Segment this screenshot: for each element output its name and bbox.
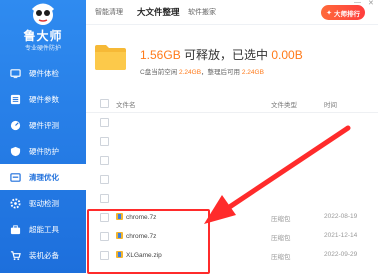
tab-smart-clean[interactable]: 智能清理 [95, 7, 123, 17]
star-icon: ✦ [326, 9, 332, 17]
master-ranking-button[interactable]: ✦ 大师排行 [321, 5, 365, 20]
row-checkbox[interactable] [100, 156, 109, 165]
logo: 鲁大师 专业硬件防护 [0, 0, 86, 60]
file-time: 2022-09-29 [324, 251, 358, 258]
table-row[interactable] [86, 113, 378, 132]
sidebar-nav: 硬件体检 硬件参数 硬件评测 硬件防护 清理优化 驱动检测 超能工具 装机必备 [0, 60, 86, 268]
sidebar-item-essentials[interactable]: 装机必备 [0, 242, 86, 268]
sidebar-item-hardware-protect[interactable]: 硬件防护 [0, 138, 86, 164]
sidebar-item-label: 硬件评测 [29, 120, 59, 130]
free-space-prefix: C盘当前空闲 [140, 69, 179, 76]
sidebar-item-label: 装机必备 [29, 250, 59, 260]
gear-icon [10, 197, 21, 209]
cart-icon [10, 250, 21, 261]
table-row[interactable] [86, 132, 378, 151]
after-clean-value: 2.24GB [241, 69, 264, 76]
highlight-box [87, 209, 210, 274]
minimize-button[interactable]: — [354, 0, 361, 6]
after-clean-text: ，整理后可用 [201, 69, 242, 76]
folder-icon [95, 45, 126, 70]
brand-name: 鲁大师 [23, 29, 63, 43]
tab-software-move[interactable]: 软件搬家 [188, 7, 216, 17]
sidebar-item-tools[interactable]: 超能工具 [0, 216, 86, 242]
broom-icon [10, 172, 21, 183]
row-checkbox[interactable] [100, 194, 109, 203]
sidebar-item-hardware-bench[interactable]: 硬件评测 [0, 112, 86, 138]
releasable-summary: 1.56GB 可释放，已选中 0.00B [140, 46, 303, 63]
file-time: 2021-12-14 [324, 232, 358, 239]
sidebar-item-cleanup[interactable]: 清理优化 [0, 164, 86, 190]
select-all-checkbox[interactable] [100, 99, 109, 108]
free-space-value: 2.24GB [179, 69, 202, 76]
sidebar-item-label: 硬件体检 [29, 68, 59, 78]
sidebar-item-hardware-params[interactable]: 硬件参数 [0, 86, 86, 112]
top-tab-bar: 智能清理 大文件整理 软件搬家 ✦ 大师排行 — ✕ [86, 0, 378, 25]
shield-icon [10, 146, 21, 157]
releasable-size: 1.56GB [140, 48, 181, 62]
storage-summary: 1.56GB 可释放，已选中 0.00B C盘当前空闲 2.24GB，整理后可用… [86, 24, 378, 88]
row-checkbox[interactable] [100, 118, 109, 127]
file-type: 压缩包 [271, 235, 291, 242]
mascot-logo-icon [31, 3, 55, 25]
header-time: 时间 [324, 102, 337, 109]
table-row[interactable] [86, 170, 378, 189]
row-checkbox[interactable] [100, 137, 109, 146]
table-row[interactable] [86, 189, 378, 208]
sidebar-item-label: 驱动检测 [29, 198, 59, 208]
row-checkbox[interactable] [100, 175, 109, 184]
sidebar: 鲁大师 专业硬件防护 硬件体检 硬件参数 硬件评测 硬件防护 清理优化 驱动检测… [0, 0, 86, 273]
selected-size: 0.00B [271, 48, 303, 62]
releasable-text: 可释放，已选中 [180, 48, 272, 62]
monitor-icon [10, 68, 21, 79]
toolbox-icon [10, 224, 21, 235]
sidebar-item-label: 硬件参数 [29, 94, 59, 104]
master-ranking-label: 大师排行 [333, 10, 360, 18]
close-button[interactable]: ✕ [368, 0, 374, 7]
disk-space-info: C盘当前空闲 2.24GB，整理后可用 2.24GB [140, 66, 264, 76]
table-header: 文件名 文件类型 时间 [86, 94, 378, 113]
file-type: 压缩包 [271, 254, 291, 261]
header-filetype: 文件类型 [271, 102, 297, 109]
tab-large-files[interactable]: 大文件整理 [137, 6, 180, 18]
file-time: 2022-08-19 [324, 213, 358, 220]
sidebar-item-label: 硬件防护 [29, 146, 59, 156]
header-filename: 文件名 [116, 102, 136, 109]
sidebar-item-hardware-check[interactable]: 硬件体检 [0, 60, 86, 86]
sidebar-item-label: 清理优化 [29, 172, 59, 182]
file-type: 压缩包 [271, 216, 291, 223]
table-row[interactable] [86, 151, 378, 170]
list-icon [10, 94, 21, 105]
sidebar-item-driver[interactable]: 驱动检测 [0, 190, 86, 216]
brand-tagline: 专业硬件防护 [24, 46, 61, 52]
sidebar-item-label: 超能工具 [29, 224, 59, 234]
gauge-icon [10, 120, 21, 131]
